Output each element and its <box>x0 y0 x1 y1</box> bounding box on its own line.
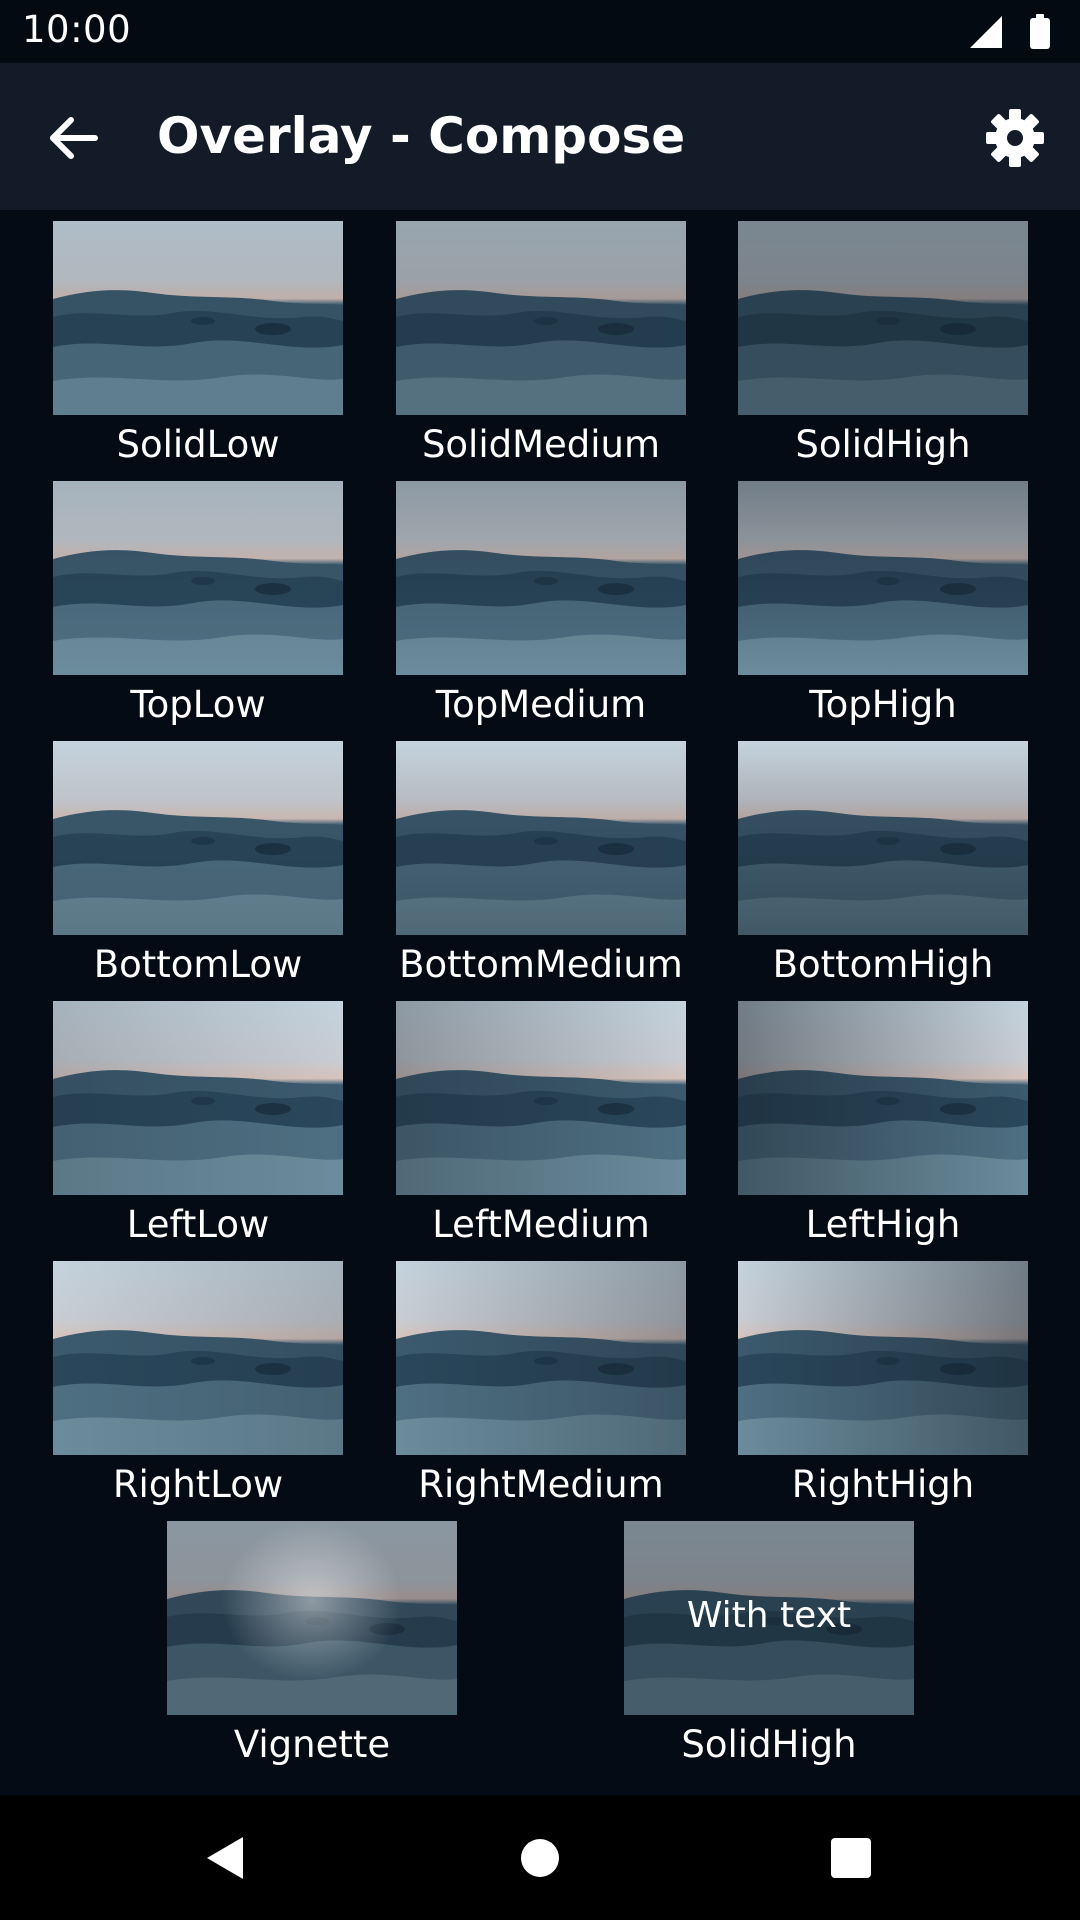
page-title: Overlay - Compose <box>157 107 686 165</box>
ocean-thumbnail: With text <box>624 1521 914 1715</box>
overlay-label: LeftHigh <box>805 1203 961 1246</box>
overlay-card-left-low[interactable]: LeftLow <box>53 1001 343 1261</box>
overlay-label: TopLow <box>130 683 266 726</box>
ocean-thumbnail <box>396 741 686 935</box>
settings-button[interactable] <box>980 103 1050 173</box>
overlay-card-bottom-medium[interactable]: BottomMedium <box>396 741 686 1001</box>
navigation-bar <box>0 1795 1080 1920</box>
overlay-grid: SolidLow SolidMedium SolidHigh TopLow TopMed… <box>0 210 1080 1795</box>
overlay-card-vignette[interactable]: Vignette <box>167 1521 457 1781</box>
overlay-card-solid-low[interactable]: SolidLow <box>53 221 343 481</box>
ocean-thumbnail <box>396 1001 686 1195</box>
overlay-layer <box>738 1261 1028 1455</box>
ocean-thumbnail <box>396 1261 686 1455</box>
ocean-thumbnail <box>738 1261 1028 1455</box>
status-time: 10:00 <box>22 8 132 51</box>
overlay-label: BottomMedium <box>399 943 683 986</box>
square-recents-icon <box>831 1838 871 1878</box>
overlay-label: LeftMedium <box>432 1203 650 1246</box>
ocean-thumbnail <box>396 481 686 675</box>
overlay-card-right-medium[interactable]: RightMedium <box>396 1261 686 1521</box>
overlay-card-right-high[interactable]: RightHigh <box>738 1261 1028 1521</box>
overlay-label: TopMedium <box>435 683 647 726</box>
overlay-label: Vignette <box>233 1723 391 1766</box>
gear-icon <box>986 109 1044 167</box>
overlay-layer <box>53 1261 343 1455</box>
ocean-thumbnail <box>396 221 686 415</box>
nav-recents-button[interactable] <box>818 1825 884 1891</box>
nav-home-button[interactable] <box>507 1825 573 1891</box>
overlay-layer <box>53 481 343 675</box>
overlay-card-solid-medium[interactable]: SolidMedium <box>396 221 686 481</box>
circle-home-icon <box>521 1839 559 1877</box>
overlay-card-top-medium[interactable]: TopMedium <box>396 481 686 741</box>
overlay-layer <box>738 1001 1028 1195</box>
back-button[interactable] <box>40 103 110 173</box>
arrow-back-icon <box>50 117 98 159</box>
overlay-card-left-high[interactable]: LeftHigh <box>738 1001 1028 1261</box>
overlay-label: SolidLow <box>116 423 280 466</box>
overlay-card-left-medium[interactable]: LeftMedium <box>396 1001 686 1261</box>
overlay-card-solid-high[interactable]: With text SolidHigh <box>624 1521 914 1781</box>
nav-back-button[interactable] <box>191 1825 257 1891</box>
status-icons <box>968 14 1058 50</box>
top-app-bar: Overlay - Compose <box>0 63 1080 210</box>
overlay-card-top-low[interactable]: TopLow <box>53 481 343 741</box>
battery-icon <box>1030 14 1050 49</box>
ocean-thumbnail <box>53 221 343 415</box>
overlay-card-top-high[interactable]: TopHigh <box>738 481 1028 741</box>
ocean-thumbnail <box>738 481 1028 675</box>
overlay-card-bottom-low[interactable]: BottomLow <box>53 741 343 1001</box>
overlay-layer <box>738 221 1028 415</box>
overlay-layer <box>396 1261 686 1455</box>
ocean-thumbnail <box>53 1001 343 1195</box>
ocean-thumbnail <box>738 1001 1028 1195</box>
overlay-label: SolidMedium <box>421 423 661 466</box>
ocean-thumbnail <box>53 1261 343 1455</box>
overlay-label: RightLow <box>112 1463 284 1506</box>
overlay-layer <box>53 1001 343 1195</box>
overlay-label: RightHigh <box>791 1463 975 1506</box>
overlay-label: TopHigh <box>809 683 957 726</box>
ocean-thumbnail <box>53 741 343 935</box>
overlay-layer <box>396 221 686 415</box>
overlay-layer <box>738 481 1028 675</box>
overlay-label: BottomHigh <box>772 943 994 986</box>
overlay-layer <box>396 1001 686 1195</box>
overlay-card-solid-high[interactable]: SolidHigh <box>738 221 1028 481</box>
triangle-back-icon <box>207 1837 243 1879</box>
overlay-card-right-low[interactable]: RightLow <box>53 1261 343 1521</box>
status-bar: 10:00 <box>0 0 1080 63</box>
ocean-thumbnail <box>53 481 343 675</box>
ocean-thumbnail <box>167 1521 457 1715</box>
overlay-layer <box>53 741 343 935</box>
overlay-layer <box>53 221 343 415</box>
overlay-layer <box>396 481 686 675</box>
overlay-label: RightMedium <box>418 1463 664 1506</box>
ocean-thumbnail <box>738 221 1028 415</box>
overlay-text: With text <box>686 1595 852 1636</box>
overlay-card-bottom-high[interactable]: BottomHigh <box>738 741 1028 1001</box>
overlay-layer <box>167 1521 457 1715</box>
overlay-layer <box>396 741 686 935</box>
overlay-label: LeftLow <box>126 1203 270 1246</box>
ocean-thumbnail <box>738 741 1028 935</box>
overlay-layer <box>738 741 1028 935</box>
overlay-label: BottomLow <box>93 943 303 986</box>
signal-icon <box>970 16 1002 48</box>
overlay-label: SolidHigh <box>681 1723 857 1766</box>
overlay-label: SolidHigh <box>795 423 971 466</box>
